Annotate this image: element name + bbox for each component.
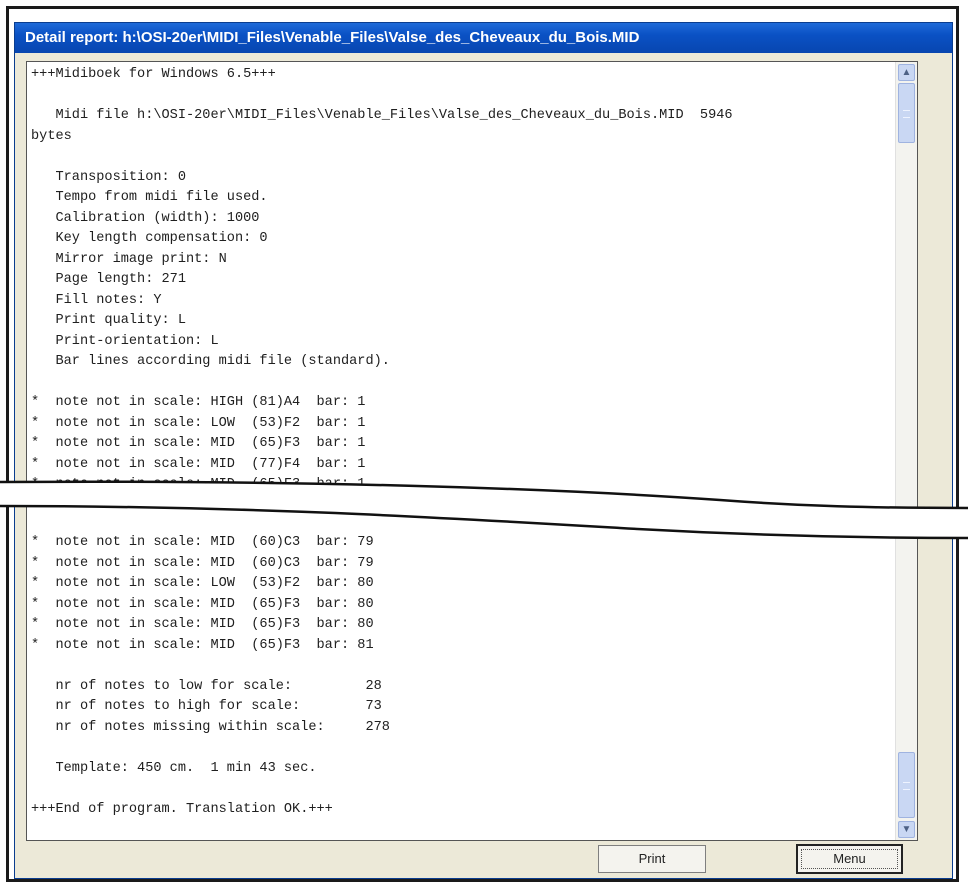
detail-report-window: Detail report: h:\OSI-20er\MIDI_Files\Ve…: [14, 22, 953, 879]
report-text-area[interactable]: +++Midiboek for Windows 6.5+++ Midi file…: [26, 61, 918, 841]
scroll-up-button[interactable]: ▲: [898, 64, 915, 81]
print-button-label: Print: [638, 851, 666, 866]
report-text-top: +++Midiboek for Windows 6.5+++ Midi file…: [31, 67, 733, 492]
menu-button[interactable]: Menu: [796, 844, 903, 874]
menu-button-label: Menu: [833, 851, 866, 866]
arrow-down-icon: ▼: [901, 824, 912, 835]
report-text-bottom: * note not in scale: MID (60)C3 bar: 79 …: [31, 535, 390, 817]
scroll-thumb-top[interactable]: [898, 83, 915, 143]
scroll-thumb-bottom[interactable]: [898, 752, 915, 818]
vertical-scrollbar[interactable]: ▲ ▼: [895, 62, 917, 840]
print-button[interactable]: Print: [598, 845, 706, 873]
arrow-up-icon: ▲: [901, 67, 912, 78]
window-title: Detail report: h:\OSI-20er\MIDI_Files\Ve…: [15, 23, 952, 53]
scroll-down-button[interactable]: ▼: [898, 821, 915, 838]
